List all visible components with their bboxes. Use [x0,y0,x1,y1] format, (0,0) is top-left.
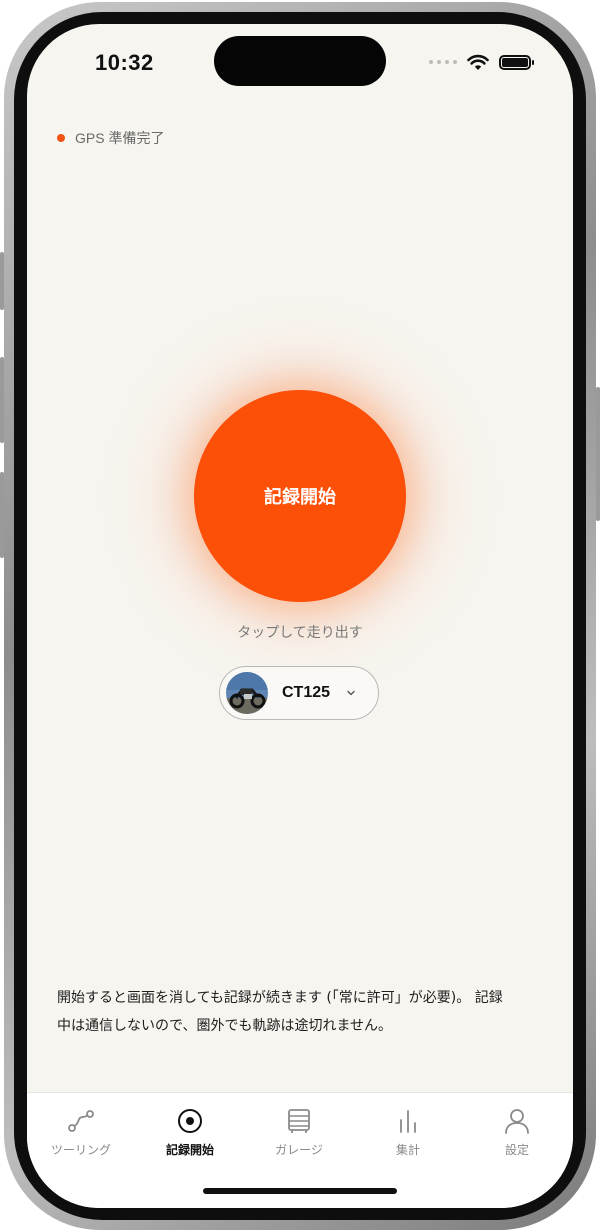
home-indicator[interactable] [203,1188,397,1194]
wifi-icon [467,54,489,70]
chevron-down-icon [347,690,355,696]
tab-garage[interactable]: ガレージ [249,1107,349,1158]
tab-stats-label: 集計 [395,1143,420,1157]
volume-down-button [0,472,4,558]
action-button [0,252,4,310]
tab-settings[interactable]: 設定 [467,1107,567,1158]
tab-stats[interactable]: 集計 [358,1107,458,1158]
tab-record-label: 記録開始 [165,1143,214,1157]
tab-record[interactable]: 記録開始 [140,1107,240,1158]
cellular-signal-icon [429,60,457,64]
stats-bars-icon [400,1110,416,1133]
person-icon [505,1109,529,1134]
status-time: 10:32 [95,50,154,75]
battery-icon [499,54,534,70]
record-target-icon [178,1109,202,1133]
gps-status: GPS 準備完了 [57,128,164,148]
garage-icon [288,1109,310,1133]
tab-touring[interactable]: ツーリング [31,1107,131,1158]
screen: 10:32 GPS 準備完了 記録開始 タップして走り出す CT125 開始する… [27,24,573,1208]
tab-garage-label: ガレージ [275,1143,323,1157]
dynamic-island [214,36,386,86]
notice-line-1: 開始すると画面を消しても記録が続きます (「常に許可」が必要)。 記録 [57,990,503,1006]
record-start-button[interactable]: 記録開始 [194,390,406,602]
status-icons [429,52,534,72]
bike-thumbnail [226,672,268,714]
power-button [596,387,600,521]
route-icon [68,1110,94,1132]
tab-settings-label: 設定 [504,1143,529,1157]
background-recording-notice: 開始すると画面を消しても記録が続きます (「常に許可」が必要)。 記録 中は通信… [57,984,547,1040]
gps-status-dot [57,134,65,142]
record-hint: タップして走り出す [237,625,363,641]
volume-up-button [0,357,4,443]
record-start-label: 記録開始 [264,487,336,508]
notice-line-2: 中は通信しないので、圏外でも軌跡は途切れません。 [57,1018,393,1034]
bike-selector-label: CT125 [282,684,331,701]
tab-touring-label: ツーリング [50,1143,111,1157]
bike-selector[interactable]: CT125 [219,666,379,720]
gps-status-label: GPS 準備完了 [75,130,165,146]
